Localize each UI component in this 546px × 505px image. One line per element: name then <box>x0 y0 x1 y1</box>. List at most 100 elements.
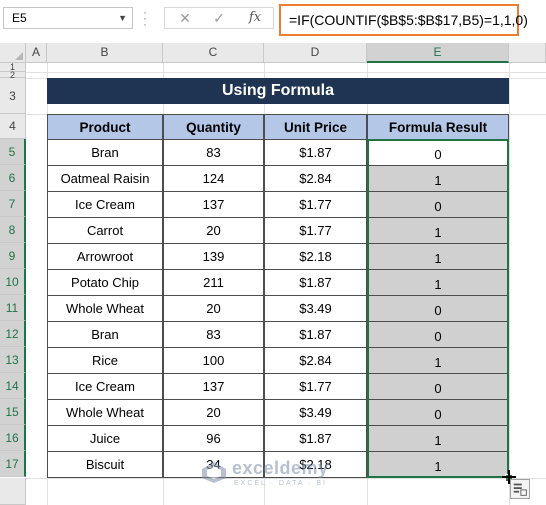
column-header-b[interactable]: B <box>47 43 163 63</box>
cell-value: 0 <box>434 381 442 396</box>
quick-analysis-icon[interactable] <box>510 479 530 499</box>
cell-formula-result[interactable]: 0 <box>367 191 509 218</box>
cell-product[interactable]: Bran <box>47 321 163 348</box>
cell-value: 1 <box>434 225 442 240</box>
cell-product[interactable]: Whole Wheat <box>47 295 163 322</box>
cell-product[interactable]: Carrot <box>47 217 163 244</box>
name-box-value: E5 <box>12 11 27 25</box>
column-header-e[interactable]: E <box>367 43 509 63</box>
cell-formula-result[interactable]: 0 <box>367 295 509 322</box>
row-header-12[interactable]: 12 <box>0 321 26 347</box>
name-box[interactable]: E5 ▼ <box>3 7 133 29</box>
chevron-down-icon[interactable]: ▼ <box>118 8 127 28</box>
row-header-16[interactable]: 16 <box>0 425 26 451</box>
cell-value: 137 <box>202 197 225 212</box>
cell-value: $1.77 <box>299 379 332 394</box>
cell-formula-result[interactable]: 1 <box>367 243 509 270</box>
row-header-4[interactable]: 4 <box>0 114 26 139</box>
cell-unit-price[interactable]: $1.87 <box>264 139 367 166</box>
row-header-18[interactable] <box>0 478 26 505</box>
cell-product[interactable]: Bran <box>47 139 163 166</box>
cell-unit-price[interactable]: $1.87 <box>264 425 367 452</box>
cell-quantity[interactable]: 124 <box>163 165 264 192</box>
cell-formula-result[interactable]: 0 <box>367 373 509 400</box>
cell-unit-price[interactable]: $3.49 <box>264 295 367 322</box>
row-header-15[interactable]: 15 <box>0 399 26 425</box>
row-header-10[interactable]: 10 <box>0 269 26 295</box>
cell-value: 83 <box>206 327 221 342</box>
select-all-button[interactable] <box>0 43 26 63</box>
enter-icon[interactable]: ✓ <box>207 9 231 27</box>
cell-unit-price[interactable]: $1.77 <box>264 217 367 244</box>
row-header-17[interactable]: 17 <box>0 451 26 477</box>
header-unit-price[interactable]: Unit Price <box>264 114 367 140</box>
cell-formula-result[interactable]: 1 <box>367 347 509 374</box>
header-quantity[interactable]: Quantity <box>163 114 264 140</box>
cell-quantity[interactable]: 20 <box>163 295 264 322</box>
row-header-6[interactable]: 6 <box>0 165 26 191</box>
cell-quantity[interactable]: 139 <box>163 243 264 270</box>
column-header-d[interactable]: D <box>264 43 367 63</box>
cell-quantity[interactable]: 137 <box>163 373 264 400</box>
column-header-c[interactable]: C <box>163 43 264 63</box>
cell-product[interactable]: Arrowroot <box>47 243 163 270</box>
column-header-a[interactable]: A <box>26 43 47 63</box>
cell-formula-result[interactable]: 0 <box>367 321 509 348</box>
cell-quantity[interactable]: 100 <box>163 347 264 374</box>
cell-formula-result[interactable]: 0 <box>367 399 509 426</box>
cell-quantity[interactable]: 34 <box>163 451 264 478</box>
cell-quantity[interactable]: 83 <box>163 321 264 348</box>
cell-quantity[interactable]: 211 <box>163 269 264 296</box>
cell-unit-price[interactable]: $1.77 <box>264 191 367 218</box>
row-header-9[interactable]: 9 <box>0 243 26 269</box>
row-header-11[interactable]: 11 <box>0 295 26 321</box>
cell-value: 20 <box>206 223 221 238</box>
cell-value: Bran <box>91 327 119 342</box>
cell-formula-result[interactable]: 0 <box>367 139 509 166</box>
header-product[interactable]: Product <box>47 114 163 140</box>
cancel-icon[interactable]: ✕ <box>173 9 197 27</box>
cell-unit-price[interactable]: $3.49 <box>264 399 367 426</box>
cell-quantity[interactable]: 96 <box>163 425 264 452</box>
cell-value: Carrot <box>86 223 124 238</box>
formula-bar: E5 ▼ · · · ✕ ✓ fx =IF(COUNTIF($B$5:$B$17,B… <box>0 0 546 38</box>
cell-unit-price[interactable]: $1.77 <box>264 373 367 400</box>
cell-product[interactable]: Potato Chip <box>47 269 163 296</box>
cell-unit-price[interactable]: $2.18 <box>264 451 367 478</box>
cell-value: 34 <box>206 457 221 472</box>
cell-formula-result[interactable]: 1 <box>367 425 509 452</box>
cell-quantity[interactable]: 83 <box>163 139 264 166</box>
cell-unit-price[interactable]: $1.87 <box>264 321 367 348</box>
insert-function-icon[interactable]: fx <box>243 9 267 27</box>
column-header-f[interactable] <box>509 43 546 63</box>
cell-formula-result[interactable]: 1 <box>367 451 509 478</box>
cell-product[interactable]: Rice <box>47 347 163 374</box>
row-header-5[interactable]: 5 <box>0 139 26 165</box>
cell-formula-result[interactable]: 1 <box>367 217 509 244</box>
cell-quantity[interactable]: 20 <box>163 399 264 426</box>
cell-product[interactable]: Juice <box>47 425 163 452</box>
drag-handle-icon[interactable]: · · · <box>143 6 149 30</box>
header-formula-result[interactable]: Formula Result <box>367 114 509 140</box>
row-header-8[interactable]: 8 <box>0 217 26 243</box>
cell-formula-result[interactable]: 1 <box>367 165 509 192</box>
cell-unit-price[interactable]: $2.84 <box>264 347 367 374</box>
cell-value: 0 <box>434 303 442 318</box>
cell-unit-price[interactable]: $2.18 <box>264 243 367 270</box>
cell-quantity[interactable]: 137 <box>163 191 264 218</box>
cell-product[interactable]: Ice Cream <box>47 373 163 400</box>
cell-quantity[interactable]: 20 <box>163 217 264 244</box>
row-header-3[interactable]: 3 <box>0 78 26 114</box>
formula-input[interactable]: =IF(COUNTIF($B$5:$B$17,B5)=1,1,0) <box>279 4 528 36</box>
cell-product[interactable]: Ice Cream <box>47 191 163 218</box>
cell-product[interactable]: Oatmeal Raisin <box>47 165 163 192</box>
cell-unit-price[interactable]: $1.87 <box>264 269 367 296</box>
cell-product[interactable]: Biscuit <box>47 451 163 478</box>
row-header-7[interactable]: 7 <box>0 191 26 217</box>
cell-formula-result[interactable]: 1 <box>367 269 509 296</box>
row-header-13[interactable]: 13 <box>0 347 26 373</box>
row-header-14[interactable]: 14 <box>0 373 26 399</box>
cell-value: $2.18 <box>299 457 332 472</box>
cell-unit-price[interactable]: $2.84 <box>264 165 367 192</box>
cell-product[interactable]: Whole Wheat <box>47 399 163 426</box>
